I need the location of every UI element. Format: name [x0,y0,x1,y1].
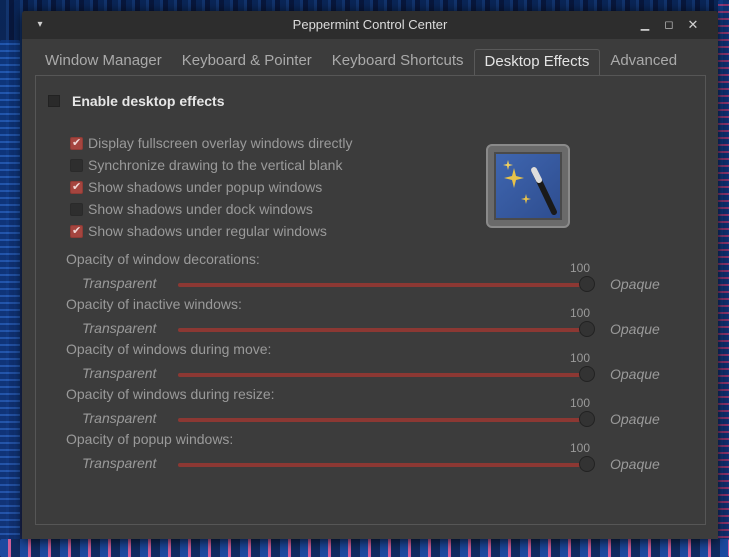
slider-value: 100 [570,306,591,320]
transparent-label: Transparent [82,275,157,291]
slider-track[interactable] [178,418,588,422]
slider-value: 100 [570,351,591,365]
transparent-label: Transparent [82,410,157,426]
option-label: Display fullscreen overlay windows direc… [88,135,353,151]
popup-opacity-label: Opacity of popup windows: [66,431,234,447]
opaque-label: Opaque [610,276,660,292]
option-fullscreen-overlay[interactable]: Display fullscreen overlay windows direc… [70,135,353,151]
enable-effects-toggle[interactable]: Enable desktop effects [48,93,225,109]
transparent-label: Transparent [82,320,157,336]
building-lights-bottom [0,539,729,557]
opaque-label: Opaque [610,456,660,472]
opaque-label: Opaque [610,411,660,427]
regular-shadows-checkbox[interactable] [70,224,83,238]
slider-value: 100 [570,396,591,410]
dock-shadows-checkbox[interactable] [70,202,83,216]
move-opacity-label: Opacity of windows during move: [66,341,272,357]
option-popup-shadows[interactable]: Show shadows under popup windows [70,179,322,195]
move-opacity-slider[interactable]: Transparent 100 Opaque [36,351,707,387]
desktop-effects-panel: Enable desktop effects Display fullscree… [35,75,706,525]
building-lights-left [0,40,20,540]
slider-track[interactable] [178,283,588,287]
popup-opacity-slider[interactable]: Transparent 100 Opaque [36,441,707,477]
maximize-icon[interactable]: ◻ [662,18,676,32]
magic-wand-icon [486,144,570,228]
minimize-icon[interactable]: ▁ [638,18,652,32]
inactive-opacity-slider[interactable]: Transparent 100 Opaque [36,306,707,342]
option-label: Show shadows under dock windows [88,201,313,217]
slider-track[interactable] [178,328,588,332]
inactive-opacity-label: Opacity of inactive windows: [66,296,242,312]
slider-track[interactable] [178,373,588,377]
transparent-label: Transparent [82,365,157,381]
tab-keyboard-pointer[interactable]: Keyboard & Pointer [172,49,322,75]
transparent-label: Transparent [82,455,157,471]
decorations-opacity-label: Opacity of window decorations: [66,251,260,267]
control-center-window: ▾ Peppermint Control Center ▁ ◻ ✕ Window… [22,11,718,539]
tab-keyboard-shortcuts[interactable]: Keyboard Shortcuts [322,49,474,75]
option-regular-shadows[interactable]: Show shadows under regular windows [70,223,327,239]
slider-handle[interactable] [579,456,595,472]
option-label: Show shadows under popup windows [88,179,323,195]
building-lights-right [718,0,729,557]
tab-window-manager[interactable]: Window Manager [35,49,172,75]
slider-handle[interactable] [579,411,595,427]
opaque-label: Opaque [610,366,660,382]
enable-effects-label: Enable desktop effects [72,93,225,109]
slider-handle[interactable] [579,366,595,382]
opaque-label: Opaque [610,321,660,337]
close-icon[interactable]: ✕ [686,18,700,32]
fullscreen-overlay-checkbox[interactable] [70,136,83,150]
option-sync-vblank[interactable]: Synchronize drawing to the vertical blan… [70,157,342,173]
sparkle-icon [503,160,557,215]
slider-handle[interactable] [579,321,595,337]
slider-value: 100 [570,261,591,275]
sync-vblank-checkbox[interactable] [70,158,83,172]
tab-advanced[interactable]: Advanced [600,49,687,75]
option-dock-shadows[interactable]: Show shadows under dock windows [70,201,313,217]
option-label: Synchronize drawing to the vertical blan… [88,157,343,173]
resize-opacity-slider[interactable]: Transparent 100 Opaque [36,396,707,432]
slider-track[interactable] [178,463,588,467]
titlebar[interactable]: ▾ Peppermint Control Center ▁ ◻ ✕ [22,11,718,39]
enable-effects-checkbox[interactable] [48,95,60,107]
decorations-opacity-slider[interactable]: Transparent 100 Opaque [36,261,707,297]
slider-handle[interactable] [579,276,595,292]
popup-shadows-checkbox[interactable] [70,180,83,194]
tab-desktop-effects[interactable]: Desktop Effects [473,49,601,75]
icon-screen [494,152,562,220]
window-title: Peppermint Control Center [292,17,448,32]
slider-value: 100 [570,441,591,455]
option-label: Show shadows under regular windows [88,223,327,239]
tab-bar: Window Manager Keyboard & Pointer Keyboa… [35,49,687,75]
resize-opacity-label: Opacity of windows during resize: [66,386,275,402]
